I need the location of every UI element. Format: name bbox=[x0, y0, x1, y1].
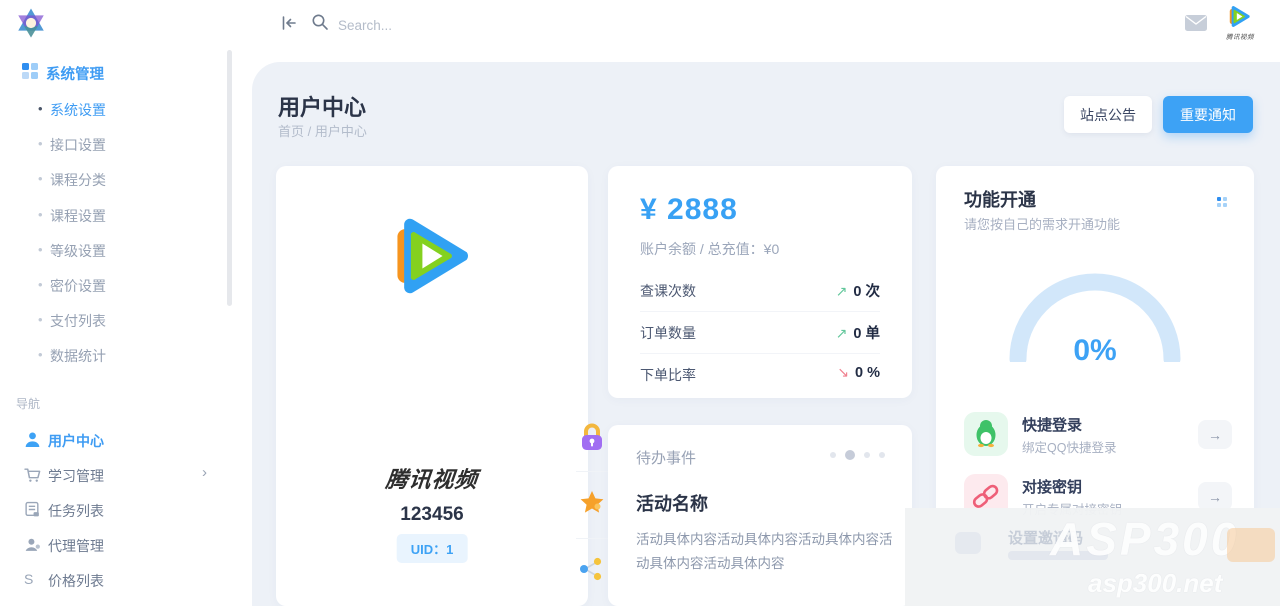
bullet-icon: • bbox=[38, 242, 43, 257]
sidebar-item-level-settings[interactable]: • 等级设置 bbox=[0, 241, 220, 261]
app-logo-icon[interactable] bbox=[14, 6, 48, 45]
cart-icon bbox=[24, 466, 41, 483]
features-title: 功能开通 bbox=[964, 190, 1036, 210]
event-body: 活动具体内容活动具体内容活动具体内容活动具体内容活动具体内容 bbox=[636, 532, 893, 571]
sidebar-item-course-settings[interactable]: • 课程设置 bbox=[0, 206, 220, 226]
balance-caption: 账户余额 / 总充值：¥0 bbox=[640, 241, 780, 257]
faint-orange-button bbox=[1227, 528, 1275, 562]
trend-down-icon: ↘ bbox=[837, 364, 849, 380]
carousel-dot-active[interactable] bbox=[845, 450, 855, 460]
breadcrumb[interactable]: 首页 / 用户中心 bbox=[278, 121, 367, 140]
sidebar-item-data-statistics[interactable]: • 数据统计 bbox=[0, 346, 220, 366]
sidebar-item-agent-management[interactable]: 代理管理 bbox=[0, 535, 225, 557]
stat-value: ↗ 0 单 bbox=[835, 325, 880, 342]
gauge-value: 0% bbox=[1073, 334, 1117, 367]
bullet-icon: • bbox=[38, 207, 43, 222]
stat-label: 下单比率 bbox=[640, 367, 696, 383]
watermark-brand: ASP300 bbox=[1050, 513, 1240, 565]
divider bbox=[640, 353, 880, 354]
system-menu-grid-icon bbox=[22, 63, 38, 79]
bullet-icon: • bbox=[38, 312, 43, 327]
sidebar-item-price-list[interactable]: S 价格列表 bbox=[0, 570, 225, 592]
api-key-arrow-button[interactable]: → bbox=[1198, 482, 1232, 511]
task-list-icon bbox=[24, 501, 41, 518]
page-title: 用户中心 bbox=[278, 95, 367, 120]
important-notice-button[interactable]: 重要通知 bbox=[1163, 96, 1253, 133]
bullet-icon: • bbox=[38, 171, 43, 186]
tencent-video-wordmark: 腾讯视频 bbox=[384, 467, 480, 492]
feature-title: 对接密钥 bbox=[1022, 479, 1083, 496]
todo-card: 待办事件 活动名称 活动具体内容活动具体内容活动具体内容活动具体内容活动具体内容 bbox=[608, 425, 912, 606]
mail-icon[interactable] bbox=[1185, 15, 1207, 36]
mini-grid-icon[interactable] bbox=[1217, 197, 1227, 207]
search-icon[interactable] bbox=[311, 13, 329, 36]
topbar: 腾讯视频 bbox=[0, 0, 1280, 62]
search-input[interactable] bbox=[338, 13, 638, 37]
brand-caption: 腾讯视频 bbox=[1226, 34, 1254, 41]
feature-title: 快捷登录 bbox=[1022, 417, 1083, 434]
sidebar-item-course-category[interactable]: • 课程分类 bbox=[0, 170, 220, 190]
stat-label: 订单数量 bbox=[640, 325, 696, 341]
event-title: 活动名称 bbox=[636, 494, 708, 514]
sidebar-section-nav: 导航 bbox=[16, 397, 41, 411]
user-icon bbox=[24, 431, 41, 448]
sidebar-item-api-settings[interactable]: • 接口设置 bbox=[0, 135, 220, 155]
balance-card: ¥ 2888 账户余额 / 总充值：¥0 查课次数 ↗ 0 次 订单数量 ↗ 0 单… bbox=[608, 166, 912, 398]
trend-up-icon: ↗ bbox=[835, 325, 848, 341]
divider bbox=[640, 311, 880, 312]
profile-card: 腾讯视频 123456 UID：1 对接密钥 KEY：未开通 开通 下单折扣 折… bbox=[276, 166, 840, 606]
carousel-dot[interactable] bbox=[879, 452, 885, 458]
bullet-icon: • bbox=[38, 101, 43, 116]
bullet-icon: • bbox=[38, 277, 43, 292]
sidebar-item-user-center[interactable]: 用户中心 bbox=[0, 430, 225, 452]
sidebar-item-price-settings[interactable]: • 密价设置 bbox=[0, 276, 220, 296]
chevron-right-icon: › bbox=[202, 464, 207, 481]
trend-up-icon: ↗ bbox=[835, 283, 848, 299]
app-root: 腾讯视频 系统管理 • 系统设置 • 接口设置 • 课程分类 • 课程设置 • … bbox=[0, 0, 1280, 606]
stat-value: ↗ 0 次 bbox=[835, 283, 880, 300]
watermark-overlay: 设置邀请码 ASP300 asp300.net bbox=[905, 508, 1280, 606]
qq-penguin-icon bbox=[964, 412, 1008, 456]
sidebar-item-study-management[interactable]: 学习管理 › bbox=[0, 464, 225, 487]
sidebar-item-payment-list[interactable]: • 支付列表 bbox=[0, 311, 220, 331]
quick-login-arrow-button[interactable]: → bbox=[1198, 420, 1232, 449]
username: 123456 bbox=[400, 504, 464, 525]
stat-value: ↘ 0 % bbox=[837, 364, 880, 381]
balance-amount: ¥ 2888 bbox=[640, 193, 738, 226]
sidebar-scrollbar[interactable] bbox=[227, 50, 232, 306]
bullet-icon: • bbox=[38, 136, 43, 151]
collapse-sidebar-icon[interactable] bbox=[280, 14, 298, 37]
watermark-site: asp300.net bbox=[1088, 568, 1223, 598]
dollar-s-icon: S bbox=[24, 571, 34, 587]
site-notice-button[interactable]: 站点公告 bbox=[1064, 96, 1152, 133]
lock-icon bbox=[578, 422, 606, 452]
carousel-dot[interactable] bbox=[830, 452, 836, 458]
carousel-dot[interactable] bbox=[864, 452, 870, 458]
star-icon bbox=[578, 489, 606, 519]
feature-subtitle: 绑定QQ快捷登录 bbox=[1022, 441, 1117, 455]
sidebar-group-system[interactable]: 系统管理 bbox=[46, 63, 104, 84]
agent-icon bbox=[24, 536, 41, 553]
faint-icon bbox=[955, 532, 981, 554]
tencent-video-logo-icon bbox=[384, 208, 480, 309]
uid-badge: UID：1 bbox=[396, 534, 468, 563]
sidebar-item-system-settings[interactable]: • 系统设置 bbox=[0, 100, 220, 120]
bullet-icon: • bbox=[38, 347, 43, 362]
share-icon bbox=[578, 556, 606, 586]
features-subtitle: 请您按自己的需求开通功能 bbox=[964, 217, 1121, 232]
sidebar-item-task-list[interactable]: 任务列表 bbox=[0, 500, 225, 522]
todo-title: 待办事件 bbox=[636, 450, 697, 467]
stat-label: 查课次数 bbox=[640, 283, 696, 299]
